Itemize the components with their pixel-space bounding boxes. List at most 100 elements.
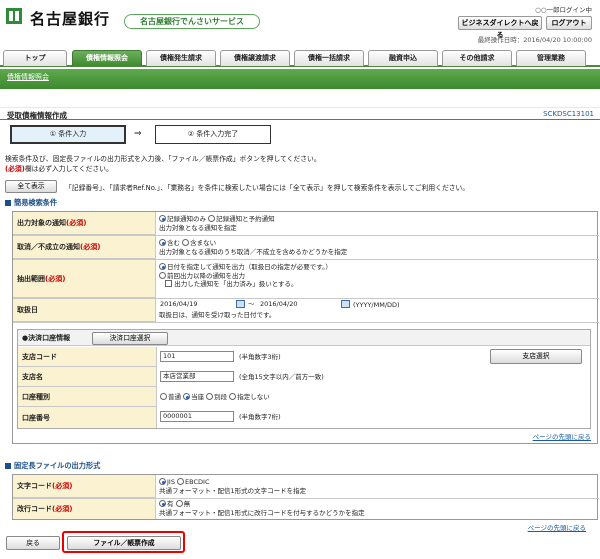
cancel-exclude-radio[interactable] xyxy=(182,239,190,246)
account-type-options: 普通 当座 別段 指定しない xyxy=(160,393,270,402)
account-type-none-label: 指定しない xyxy=(237,393,270,401)
settlement-account-title: ●決済口座情報 xyxy=(22,334,71,342)
instruction-text: 検索条件及び、固定長ファイルの出力形式を入力後、「ファイル／帳票作成」ボタンを押… xyxy=(5,155,321,163)
char-code-options: JIS EBCDIC 共通フォーマット・配信1形式の文字コードを指定 xyxy=(159,478,306,495)
step-input-complete: ② 条件入力完了 xyxy=(155,125,271,144)
notify-options: 記録通知のみ 記録通知と予約通知 出力対象となる通知を指定 xyxy=(159,215,275,232)
account-type-ordinary-label: 普通 xyxy=(168,393,181,401)
newline-code-label: 改行コード (必須) xyxy=(13,499,156,519)
cancel-description: 出力対象となる通知のうち取消／不成立を含めるかどうかを指定 xyxy=(159,247,348,256)
branch-code-label: 支店コード xyxy=(18,347,157,367)
newline-yes-label: 有 xyxy=(167,500,174,508)
account-type-current-label: 当座 xyxy=(191,393,205,401)
notify-record-only-radio[interactable] xyxy=(159,215,166,222)
tab-top[interactable]: トップ xyxy=(3,50,67,66)
fixed-output-form: 文字コード (必須) JIS EBCDIC 共通フォーマット・配信1形式の文字コー… xyxy=(12,474,599,520)
transaction-date-label: 取扱日 xyxy=(13,299,156,322)
cancel-notify-options: 含む 含まない 出力対象となる通知のうち取消／不成立を含めるかどうかを指定 xyxy=(159,239,347,256)
account-type-special-radio[interactable] xyxy=(206,393,214,400)
business-direct-return-button[interactable]: ビジネスダイレクトへ戻る xyxy=(458,16,542,39)
sub-navigation: 債権情報照会 xyxy=(0,69,600,89)
user-login-status: ○○一郎ログイン中 xyxy=(535,6,592,14)
range-by-date-label: 日付を指定して通知を出力（取扱日の指定が必要です。） xyxy=(167,263,332,271)
fixed-output-heading: 固定長ファイルの出力形式 xyxy=(5,461,100,471)
cancel-include-label: 含む xyxy=(167,239,180,247)
tab-other[interactable]: その他請求 xyxy=(442,50,512,66)
page-top-link-2[interactable]: ページの先頭に戻る xyxy=(528,522,586,532)
range-since-last-radio[interactable] xyxy=(159,271,166,279)
step-arrow: ⇒ xyxy=(134,129,142,139)
back-button[interactable]: 戻る xyxy=(6,536,60,550)
tab-bond-batch[interactable]: 債権一括請求 xyxy=(294,50,364,66)
mark-as-output-label: 出力した通知を「出力済み」扱いとする。 xyxy=(174,280,298,288)
date-to-input[interactable]: 2016/04/20 xyxy=(259,300,343,311)
account-type-ordinary-radio[interactable] xyxy=(160,393,167,400)
show-all-description: 「記録番号」、「請求者Ref.No.」、「業務名」を条件に検索したい場合には「全… xyxy=(65,184,470,192)
cancel-exclude-label: 含まない xyxy=(190,239,217,247)
account-type-special-label: 別段 xyxy=(214,393,228,401)
date-from-calendar-icon[interactable] xyxy=(236,300,245,308)
branch-name-label: 支店名 xyxy=(18,367,157,387)
logout-button[interactable]: ログアウト xyxy=(546,16,592,30)
simple-search-form: 出力対象の通知 (必須) 記録通知のみ 記録通知と予約通知 出力対象となる通知を指… xyxy=(12,211,599,444)
simple-search-heading: 簡易検索条件 xyxy=(5,198,57,208)
step-input-conditions: ① 条件入力 xyxy=(10,125,126,144)
subnav-bond-inquiry-link[interactable]: 債権情報照会 xyxy=(7,72,49,82)
char-code-jis-label: JIS xyxy=(167,478,175,486)
branch-name-hint: (全角15文字以内／前方一致) xyxy=(239,373,324,381)
newline-code-options: 有 無 共通フォーマット・配信1形式に改行コードを付与するかどうかを指定 xyxy=(159,500,365,517)
settlement-account-select-button[interactable]: 決済口座選択 xyxy=(92,332,168,345)
account-type-current-radio[interactable] xyxy=(183,393,191,400)
extraction-range-options: 日付を指定して通知を出力（取扱日の指定が必要です。） 前回出力以降の通知を出力 … xyxy=(159,263,332,289)
newline-no-label: 無 xyxy=(183,500,191,508)
tab-bond-transfer[interactable]: 債権譲渡請求 xyxy=(220,50,290,66)
account-number-hint: (半角数字7桁) xyxy=(239,413,281,421)
date-description: 取扱日は、通知を受け取った日付です。 xyxy=(159,311,276,319)
range-by-date-radio[interactable] xyxy=(159,263,166,270)
tab-admin[interactable]: 管理業務 xyxy=(516,50,586,66)
account-number-input[interactable]: 0000001 xyxy=(160,411,234,422)
char-code-ebcdic-label: EBCDIC xyxy=(185,478,210,486)
notify-label: 出力対象の通知 (必須) xyxy=(13,212,156,235)
date-format-hint: (YYYY/MM/DD) xyxy=(353,301,400,309)
tab-loan[interactable]: 融資申込 xyxy=(368,50,438,66)
account-type-label: 口座種別 xyxy=(18,387,157,407)
branch-code-input[interactable]: 101 xyxy=(160,351,234,362)
account-number-label: 口座番号 xyxy=(18,407,157,428)
notify-record-only-label: 記録通知のみ xyxy=(167,215,206,223)
date-from-input[interactable]: 2016/04/19 xyxy=(159,300,243,311)
tab-bond-inquiry[interactable]: 債権情報照会 xyxy=(72,50,142,66)
last-operation-time: 最終操作日時：2016/04/20 10:00:00 xyxy=(477,36,592,44)
branch-name-input[interactable]: 本店営業部 xyxy=(160,371,234,382)
char-code-description: 共通フォーマット・配信1形式の文字コードを指定 xyxy=(159,486,307,495)
extraction-range-label: 抽出範囲 (必須) xyxy=(13,260,156,298)
notify-record-and-reserve-radio[interactable] xyxy=(208,215,216,222)
account-type-none-radio[interactable] xyxy=(229,393,237,400)
required-note: (必須)欄は必ず入力してください。 xyxy=(5,163,113,173)
main-tabs: トップ 債権情報照会 債権発生請求 債権譲渡請求 債権一括請求 融資申込 その他… xyxy=(0,50,600,67)
page-title-bar: 受取債権情報作成 SCKDSC13101 xyxy=(0,107,600,120)
tab-bond-issue[interactable]: 債権発生請求 xyxy=(146,50,216,66)
page-top-link-1[interactable]: ページの先頭に戻る xyxy=(533,431,591,441)
branch-select-button[interactable]: 支店選択 xyxy=(490,349,582,364)
notify-record-and-reserve-label: 記録通知と予約通知 xyxy=(216,215,275,223)
branch-code-hint: (半角数字3桁) xyxy=(239,353,281,361)
cancel-include-radio[interactable] xyxy=(159,239,166,246)
settlement-account-box: ●決済口座情報 決済口座選択 支店コード 101 (半角数字3桁) 支店選択 支… xyxy=(17,329,591,429)
bank-name: 名古屋銀行 xyxy=(30,10,111,28)
screen-id: SCKDSC13101 xyxy=(543,110,594,118)
service-badge: 名古屋銀行でんさいサービス xyxy=(124,14,260,29)
newline-description: 共通フォーマット・配信1形式に改行コードを付与するかどうかを指定 xyxy=(159,508,365,517)
page-title: 受取債権情報作成 xyxy=(7,111,67,120)
show-all-button[interactable]: 全て表示 xyxy=(5,180,57,193)
newline-no-radio[interactable] xyxy=(175,500,183,507)
char-code-ebcdic-radio[interactable] xyxy=(177,478,185,485)
range-since-last-label: 前回出力以降の通知を出力 xyxy=(167,271,245,280)
date-to-calendar-icon[interactable] xyxy=(341,300,350,308)
notify-description: 出力対象となる通知を指定 xyxy=(159,223,237,232)
bank-logo-icon xyxy=(6,8,22,24)
newline-yes-radio[interactable] xyxy=(159,500,166,507)
create-button-highlight xyxy=(62,531,185,553)
mark-as-output-checkbox[interactable] xyxy=(165,280,173,287)
char-code-jis-radio[interactable] xyxy=(159,478,166,485)
